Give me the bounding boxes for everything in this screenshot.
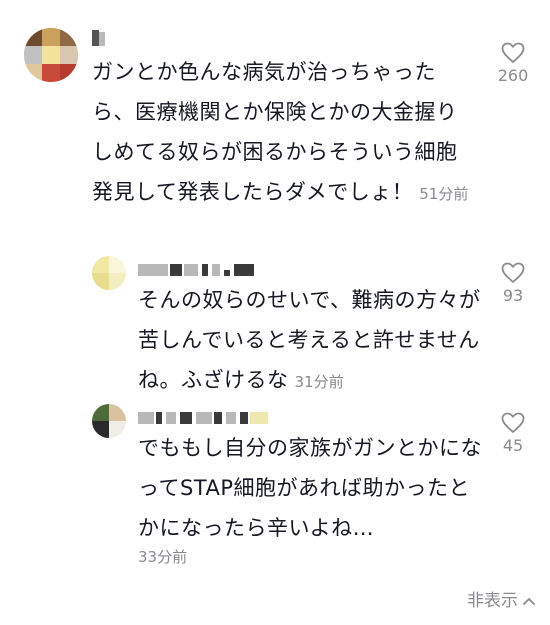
redaction-block [196,412,212,424]
comment-text: そんの奴らのせいで、難病の方々が苦しんでいると考えると許せませんね。ふざけるな 3… [138,280,484,402]
avatar-pixel [92,273,109,290]
hide-replies-button[interactable]: 非表示 [467,586,536,611]
comment-body: でももし自分の家族がガンとかになってSTAP細胞があれば助かったとかになったら辛… [138,436,482,540]
redaction-block [226,412,236,424]
avatar[interactable] [92,404,126,438]
avatar-pixel [109,273,126,290]
hide-replies-label: 非表示 [467,591,518,611]
like-button[interactable]: 93 [488,262,538,305]
avatar-pixel [109,421,126,438]
redaction-block [184,264,198,276]
comment-time: 31分前 [294,373,344,391]
avatar-pixel [24,64,42,82]
reply-item: そんの奴らのせいで、難病の方々が苦しんでいると考えると許せませんね。ふざけるな 3… [0,250,550,400]
avatar-pixel [109,256,126,273]
avatar-pixel [60,28,78,46]
avatar-pixel [92,421,109,438]
redaction-block [202,264,208,276]
redaction-block [166,412,176,424]
avatar-pixel [109,404,126,421]
comment-time: 51分前 [419,185,469,203]
comment-text: でももし自分の家族がガンとかになってSTAP細胞があれば助かったとかになったら辛… [138,428,484,548]
redaction-block [214,412,222,424]
comment-text: ガンとか色んな病気が治っちゃったら、医療機関とか保険とかの大金握りしめてる奴らが… [92,52,472,214]
avatar-pixel [92,256,109,273]
redaction-block [250,412,268,424]
avatar[interactable] [92,256,126,290]
avatar-pixel [24,46,42,64]
redaction-block [180,412,192,424]
redaction-block [138,264,168,276]
redaction-block [156,412,162,424]
username-redacted[interactable] [138,412,278,426]
reply-item: でももし自分の家族がガンとかになってSTAP細胞があれば助かったとかになったら辛… [0,400,550,580]
redaction-block [224,270,230,276]
redaction-block [99,32,105,46]
avatar-pixel [24,28,42,46]
avatar-pixel [42,64,60,82]
avatar-pixel [42,28,60,46]
redaction-block [170,264,182,276]
redaction-block [138,412,154,424]
comment-item: ガンとか色んな病気が治っちゃったら、医療機関とか保険とかの大金握りしめてる奴らが… [0,0,550,250]
avatar-pixel [92,404,109,421]
avatar[interactable] [24,28,78,82]
redaction-block [92,30,99,46]
redaction-block [234,264,254,276]
avatar-pixel [60,46,78,64]
avatar-pixel [42,46,60,64]
chevron-up-icon [522,594,536,610]
like-button[interactable]: 45 [488,412,538,455]
like-button[interactable]: 260 [488,42,538,85]
like-count: 93 [502,286,524,305]
username-redacted[interactable] [138,264,258,278]
avatar-pixel [60,64,78,82]
like-count: 45 [502,436,524,455]
redaction-block [212,264,220,276]
comment-time: 33分前 [138,548,188,566]
redaction-block [240,412,248,424]
heart-outline-icon [501,262,525,283]
comment-body: ガンとか色んな病気が治っちゃったら、医療機関とか保険とかの大金握りしめてる奴らが… [92,60,458,204]
heart-outline-icon [501,412,525,433]
heart-outline-icon [501,42,525,63]
username-redacted[interactable] [92,30,112,46]
like-count: 260 [497,66,529,85]
